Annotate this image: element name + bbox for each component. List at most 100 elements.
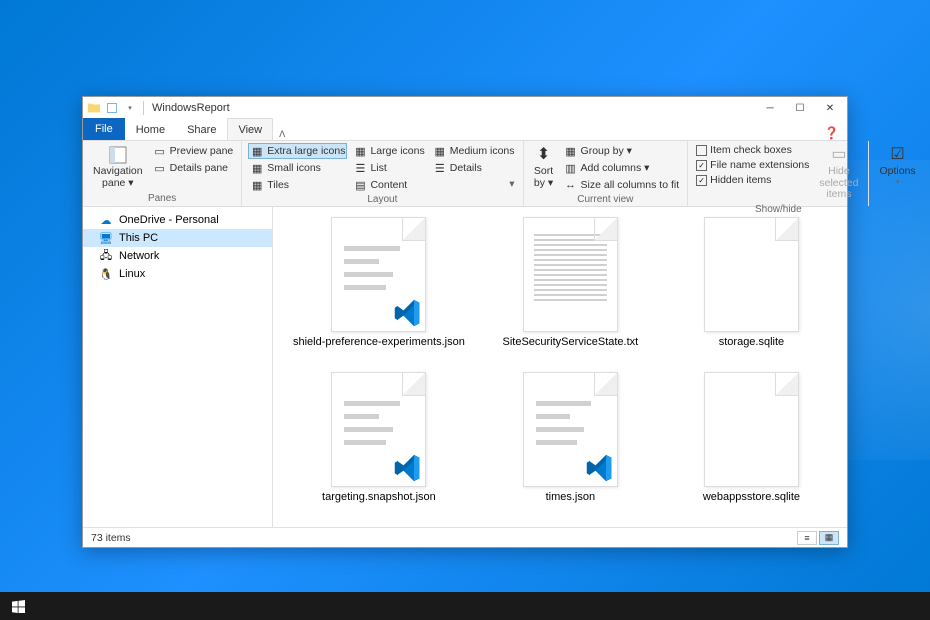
preview-pane-button[interactable]: ▭Preview pane (151, 143, 236, 159)
checkbox-icon: ✓ (696, 160, 707, 171)
list-button[interactable]: ☰List (351, 160, 426, 176)
check-boxes-label: Item check boxes (710, 144, 792, 156)
file-name-label: shield-preference-experiments.json (293, 336, 465, 348)
options-label: Options (879, 166, 915, 178)
navigation-pane-label: Navigation pane ▾ (93, 166, 143, 189)
options-button[interactable]: ☑ Options ▾ (875, 143, 919, 188)
file-area[interactable]: shield-preference-experiments.json SiteSe… (273, 207, 847, 527)
file-name-extensions-toggle[interactable]: ✓File name extensions (694, 158, 811, 172)
title-bar: ▾ WindowsReport ─ ☐ ✕ (83, 97, 847, 119)
minimize-button[interactable]: ─ (755, 97, 785, 119)
collapse-ribbon-icon[interactable]: ᐱ (273, 129, 291, 140)
body-area: ☁OneDrive - Personal 🖥This PC 🖧Network 🐧… (83, 207, 847, 527)
panes-group-label: Panes (89, 192, 235, 204)
medium-icons-button[interactable]: ▦Medium icons (431, 143, 517, 159)
group-by-button[interactable]: ▦Group by ▾ (562, 143, 682, 159)
maximize-button[interactable]: ☐ (785, 97, 815, 119)
window-title: WindowsReport (152, 102, 230, 114)
file-thumbnail (523, 372, 618, 487)
hide-selected-label: Hide selected items (819, 166, 858, 201)
layout-group: ▦Extra large icons ▦Small icons ▦Tiles ▦… (242, 141, 523, 206)
layout-group-label: Layout (248, 193, 516, 205)
navigation-pane-button[interactable]: Navigation pane ▾ (89, 143, 147, 191)
tiles-button[interactable]: ▦Tiles (248, 177, 347, 193)
hide-selected-items-button[interactable]: ▭ Hide selected items (815, 143, 862, 203)
navigation-pane: ☁OneDrive - Personal 🖥This PC 🖧Network 🐧… (83, 207, 273, 527)
tiles-label: Tiles (267, 179, 289, 191)
sidebar-item-linux[interactable]: 🐧Linux (83, 265, 272, 283)
file-thumbnail (704, 217, 799, 332)
sort-by-button[interactable]: ⬍ Sort by ▾ (530, 143, 558, 191)
large-icons-button[interactable]: ▦Large icons (351, 143, 426, 159)
sort-icon: ⬍ (534, 145, 554, 165)
vscode-icon (393, 299, 421, 327)
sidebar-item-network[interactable]: 🖧Network (83, 247, 272, 265)
start-button[interactable] (0, 592, 36, 620)
thumbnails-view-icon[interactable]: ▦ (819, 531, 839, 545)
folder-icon[interactable] (85, 99, 103, 117)
grid-icon: ▦ (433, 144, 447, 158)
sidebar-item-this-pc[interactable]: 🖥This PC (83, 229, 272, 247)
hidden-items-label: Hidden items (710, 174, 771, 186)
file-thumbnail (523, 217, 618, 332)
details-icon: ☰ (433, 161, 447, 175)
options-icon: ☑ (888, 145, 908, 165)
qat-dropdown-icon[interactable]: ▾ (121, 99, 139, 117)
file-item[interactable]: SiteSecurityServiceState.txt (495, 217, 646, 362)
file-tab[interactable]: File (83, 118, 125, 140)
file-thumbnail (704, 372, 799, 487)
size-all-label: Size all columns to fit (581, 179, 680, 191)
size-all-columns-button[interactable]: ↔Size all columns to fit (562, 177, 682, 193)
preview-pane-label: Preview pane (170, 145, 234, 157)
file-item[interactable]: storage.sqlite (676, 217, 827, 362)
share-tab[interactable]: Share (176, 118, 227, 140)
file-name-label: webappsstore.sqlite (703, 491, 800, 503)
file-item[interactable]: targeting.snapshot.json (293, 372, 465, 517)
extra-large-icons-button[interactable]: ▦Extra large icons (248, 143, 347, 159)
show-hide-group: Item check boxes ✓File name extensions ✓… (688, 141, 869, 206)
taskbar (0, 592, 930, 620)
details-view-icon[interactable]: ≡ (797, 531, 817, 545)
checkbox-icon (696, 145, 707, 156)
details-pane-label: Details pane (170, 162, 228, 174)
medium-icons-label: Medium icons (450, 145, 515, 157)
fit-icon: ↔ (564, 178, 578, 192)
file-item[interactable]: shield-preference-experiments.json (293, 217, 465, 362)
group-by-label: Group by ▾ (581, 145, 632, 157)
file-item[interactable]: times.json (495, 372, 646, 517)
hidden-items-toggle[interactable]: ✓Hidden items (694, 173, 811, 187)
file-name-label: targeting.snapshot.json (322, 491, 436, 503)
content-button[interactable]: ▤Content (351, 177, 426, 193)
explorer-window: ▾ WindowsReport ─ ☐ ✕ File Home Share Vi… (82, 96, 848, 548)
file-name-label: SiteSecurityServiceState.txt (502, 336, 638, 348)
small-icons-button[interactable]: ▦Small icons (248, 160, 347, 176)
file-thumbnail (331, 372, 426, 487)
window-controls: ─ ☐ ✕ (755, 97, 845, 119)
grid-icon: ▦ (250, 161, 264, 175)
properties-icon[interactable] (103, 99, 121, 117)
add-columns-button[interactable]: ▥Add columns ▾ (562, 160, 682, 176)
panes-group: Navigation pane ▾ ▭Preview pane ▭Details… (83, 141, 242, 206)
home-tab[interactable]: Home (125, 118, 176, 140)
ribbon: Navigation pane ▾ ▭Preview pane ▭Details… (83, 141, 847, 207)
file-name-label: storage.sqlite (719, 336, 784, 348)
view-tab[interactable]: View (227, 118, 273, 140)
file-item[interactable]: webappsstore.sqlite (676, 372, 827, 517)
details-pane-button[interactable]: ▭Details pane (151, 160, 236, 176)
close-button[interactable]: ✕ (815, 97, 845, 119)
sidebar-item-onedrive[interactable]: ☁OneDrive - Personal (83, 211, 272, 229)
tiles-icon: ▦ (250, 178, 264, 192)
file-thumbnail (331, 217, 426, 332)
sidebar-item-label: OneDrive - Personal (119, 214, 219, 226)
pc-icon: 🖥 (99, 231, 113, 245)
titlebar-divider (143, 101, 144, 115)
layout-more-button[interactable]: ▾ (431, 177, 517, 191)
details-button[interactable]: ☰Details (431, 160, 517, 176)
navigation-pane-icon (108, 145, 128, 165)
add-columns-label: Add columns ▾ (581, 162, 650, 174)
linux-icon: 🐧 (99, 267, 113, 281)
sidebar-item-label: Network (119, 250, 159, 262)
item-check-boxes-toggle[interactable]: Item check boxes (694, 143, 811, 157)
help-icon[interactable]: ❓ (816, 126, 847, 140)
vscode-icon (585, 454, 613, 482)
